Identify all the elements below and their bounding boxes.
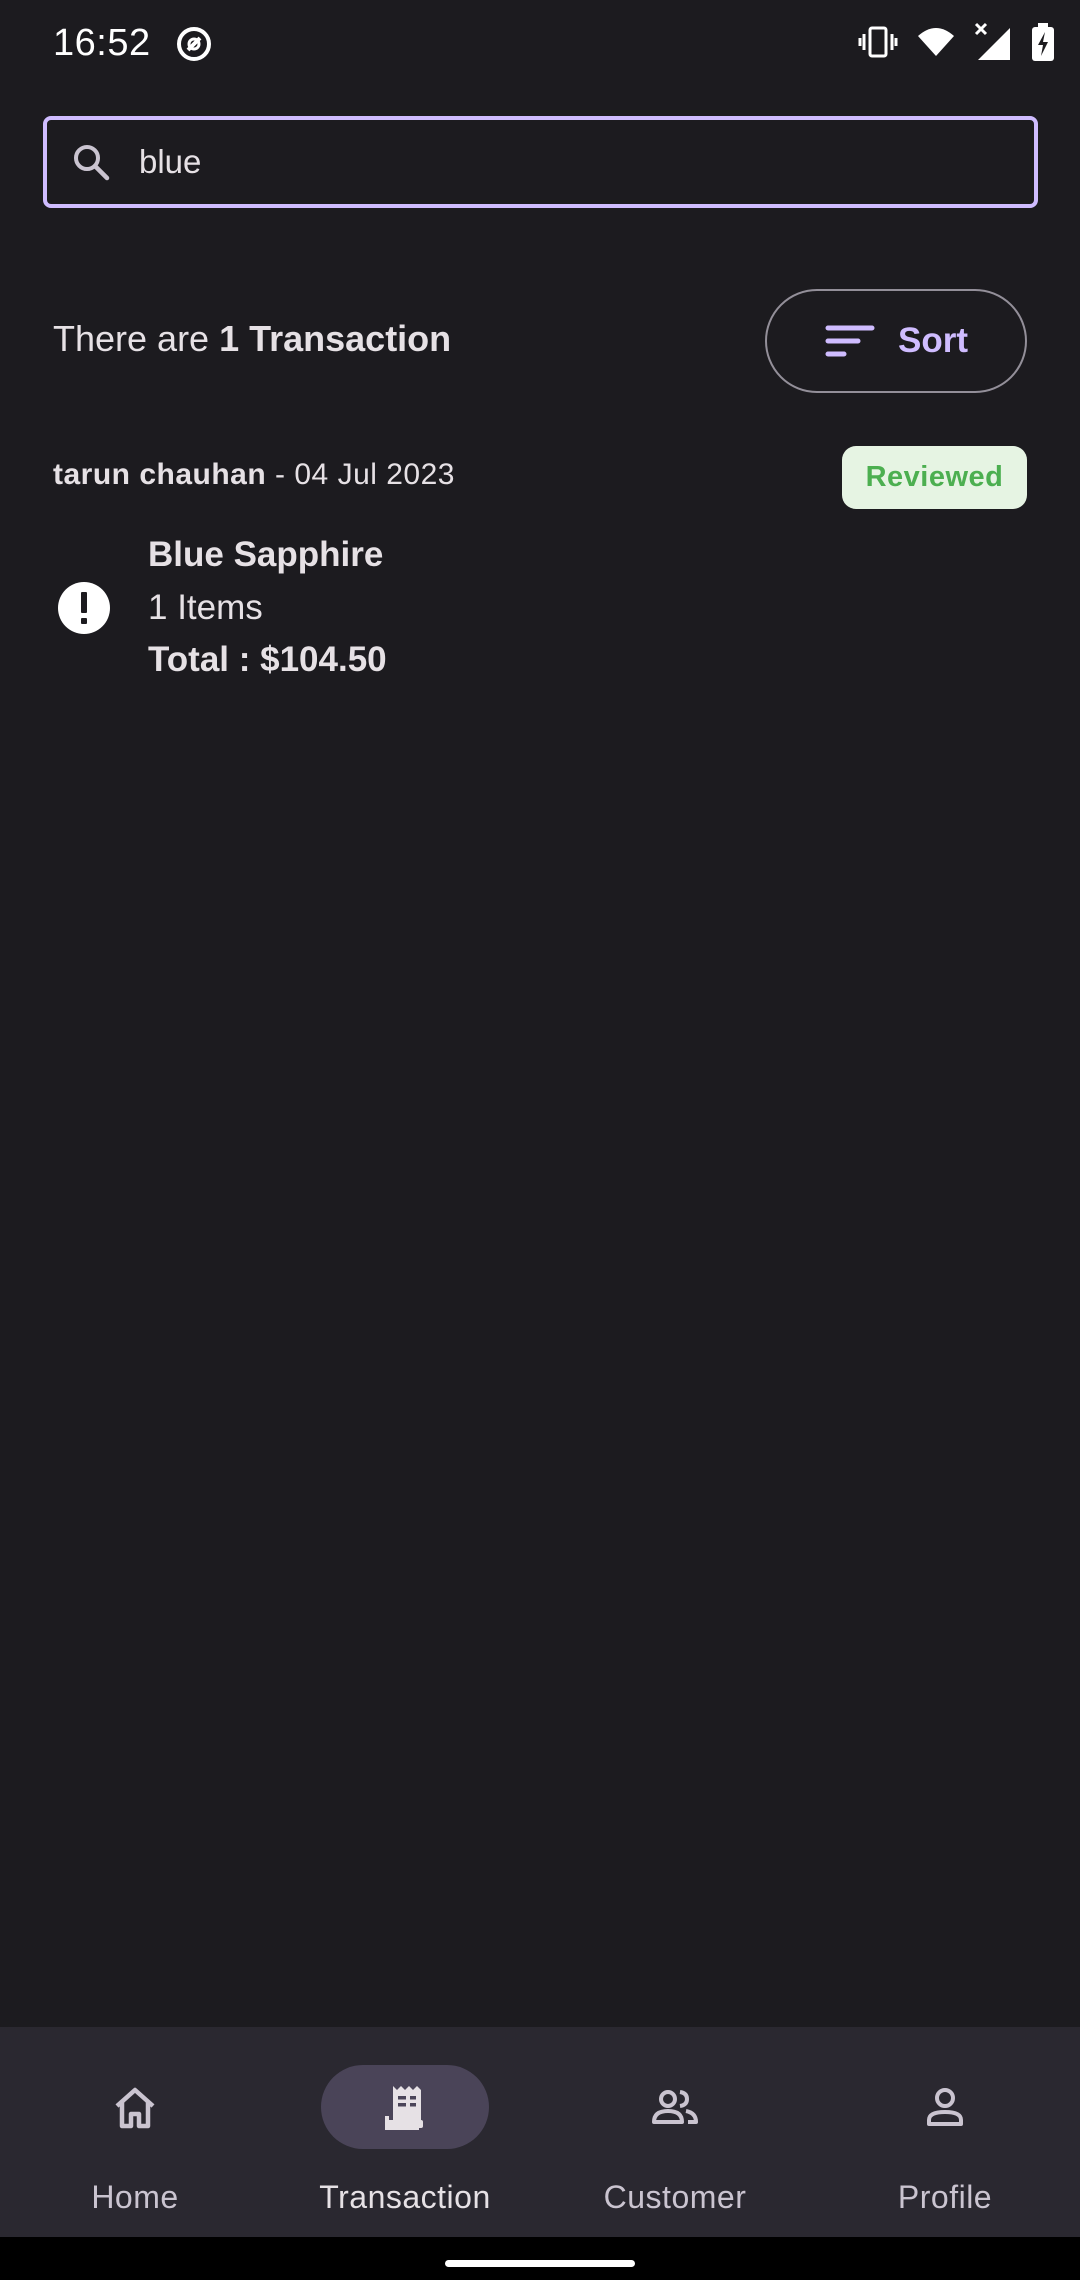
nav-item-customer[interactable]: Customer bbox=[540, 2027, 810, 2237]
wifi-icon bbox=[918, 28, 954, 56]
transaction-screen: 16:52 blue There are 1 Transaction Sort … bbox=[0, 0, 1080, 2280]
sort-button[interactable]: Sort bbox=[765, 289, 1027, 393]
transaction-count-text: There are 1 Transaction bbox=[53, 318, 451, 360]
battery-charging-icon bbox=[1032, 23, 1054, 61]
nav-item-home[interactable]: Home bbox=[0, 2027, 270, 2237]
status-badge: Reviewed bbox=[842, 446, 1027, 509]
app-notification-icon bbox=[177, 27, 211, 61]
vibrate-icon bbox=[858, 26, 898, 58]
count-value: 1 Transaction bbox=[219, 318, 452, 359]
status-time: 16:52 bbox=[53, 22, 151, 64]
receipt-icon bbox=[385, 2086, 423, 2130]
nav-item-profile[interactable]: Profile bbox=[810, 2027, 1080, 2237]
search-icon bbox=[74, 145, 110, 181]
status-icons bbox=[858, 22, 1056, 62]
gesture-handle[interactable] bbox=[445, 2260, 635, 2267]
transaction-total: Total : $104.50 bbox=[148, 640, 387, 679]
transaction-product: Blue Sapphire bbox=[148, 535, 384, 574]
gesture-bar bbox=[0, 2237, 1080, 2280]
nav-label-customer: Customer bbox=[603, 2179, 747, 2215]
sort-label: Sort bbox=[898, 321, 968, 360]
alert-circle-icon bbox=[58, 582, 110, 634]
home-icon bbox=[115, 2087, 155, 2129]
transaction-header: tarun chauhan - 04 Jul 2023 bbox=[53, 458, 455, 492]
bottom-navigation: Home Transaction Customer Profile bbox=[0, 2027, 1080, 2237]
sort-icon bbox=[825, 325, 875, 357]
nav-label-home: Home bbox=[91, 2179, 179, 2215]
nav-label-profile: Profile bbox=[897, 2179, 993, 2215]
people-icon bbox=[652, 2090, 698, 2124]
nav-label-transaction: Transaction bbox=[319, 2179, 491, 2215]
transaction-date: - 04 Jul 2023 bbox=[266, 458, 455, 491]
signal-icon bbox=[974, 22, 1010, 60]
status-bar: 16:52 bbox=[0, 0, 1080, 90]
count-prefix: There are bbox=[53, 318, 220, 359]
search-box[interactable] bbox=[43, 116, 1038, 208]
search-input[interactable] bbox=[139, 134, 999, 190]
transaction-items-count: 1 Items bbox=[148, 588, 263, 627]
nav-item-transaction[interactable]: Transaction bbox=[270, 2027, 540, 2237]
person-icon bbox=[927, 2088, 963, 2126]
transaction-customer: tarun chauhan bbox=[53, 458, 267, 491]
